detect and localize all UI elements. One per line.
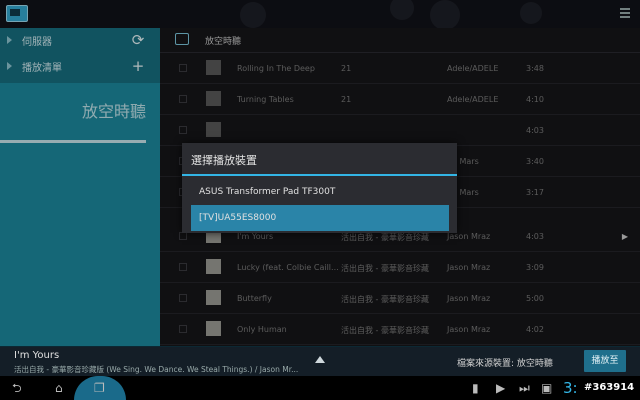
play-to-device-dialog: 選擇播放裝置 ASUS Transformer Pad TF300T [TV]U… — [182, 143, 457, 233]
watermark-text: #363914 — [584, 382, 635, 393]
system-nav-bar: ⮌ ⌂ ❐ ▮ ▶ ⏭ ▣ 3: #363914 — [0, 376, 640, 400]
dialog-title-divider — [182, 174, 457, 176]
dialog-title: 選擇播放裝置 — [191, 154, 257, 167]
now-playing-title: I'm Yours — [14, 350, 60, 361]
now-playing-album: 活出自我 - 豪華影音珍藏版 (We Sing. We Dance. We St… — [14, 365, 299, 374]
play-icon[interactable]: ▶ — [496, 381, 505, 395]
sd-card-icon: ▮ — [472, 381, 479, 395]
play-to-button[interactable]: 播放至 — [584, 350, 626, 372]
device-option-selected[interactable]: [TV]UA55ES8000 — [191, 205, 449, 231]
source-device-label: 檔案來源裝置: 放空時聽 — [457, 359, 553, 369]
device-option[interactable]: ASUS Transformer Pad TF300T — [191, 179, 449, 205]
device-option-label: ASUS Transformer Pad TF300T — [199, 187, 336, 197]
device-option-label: [TV]UA55ES8000 — [199, 213, 277, 223]
recent-apps-icon[interactable]: ❐ — [94, 381, 105, 395]
expand-up-icon[interactable] — [315, 356, 325, 363]
gallery-icon: ▣ — [541, 381, 553, 395]
skip-icon[interactable]: ⏭ — [519, 381, 530, 395]
now-playing-bar: I'm Yours 活出自我 - 豪華影音珍藏版 (We Sing. We Da… — [0, 346, 640, 377]
back-icon[interactable]: ⮌ — [12, 381, 22, 395]
clock: 3: — [563, 379, 578, 397]
home-icon[interactable]: ⌂ — [55, 381, 63, 395]
